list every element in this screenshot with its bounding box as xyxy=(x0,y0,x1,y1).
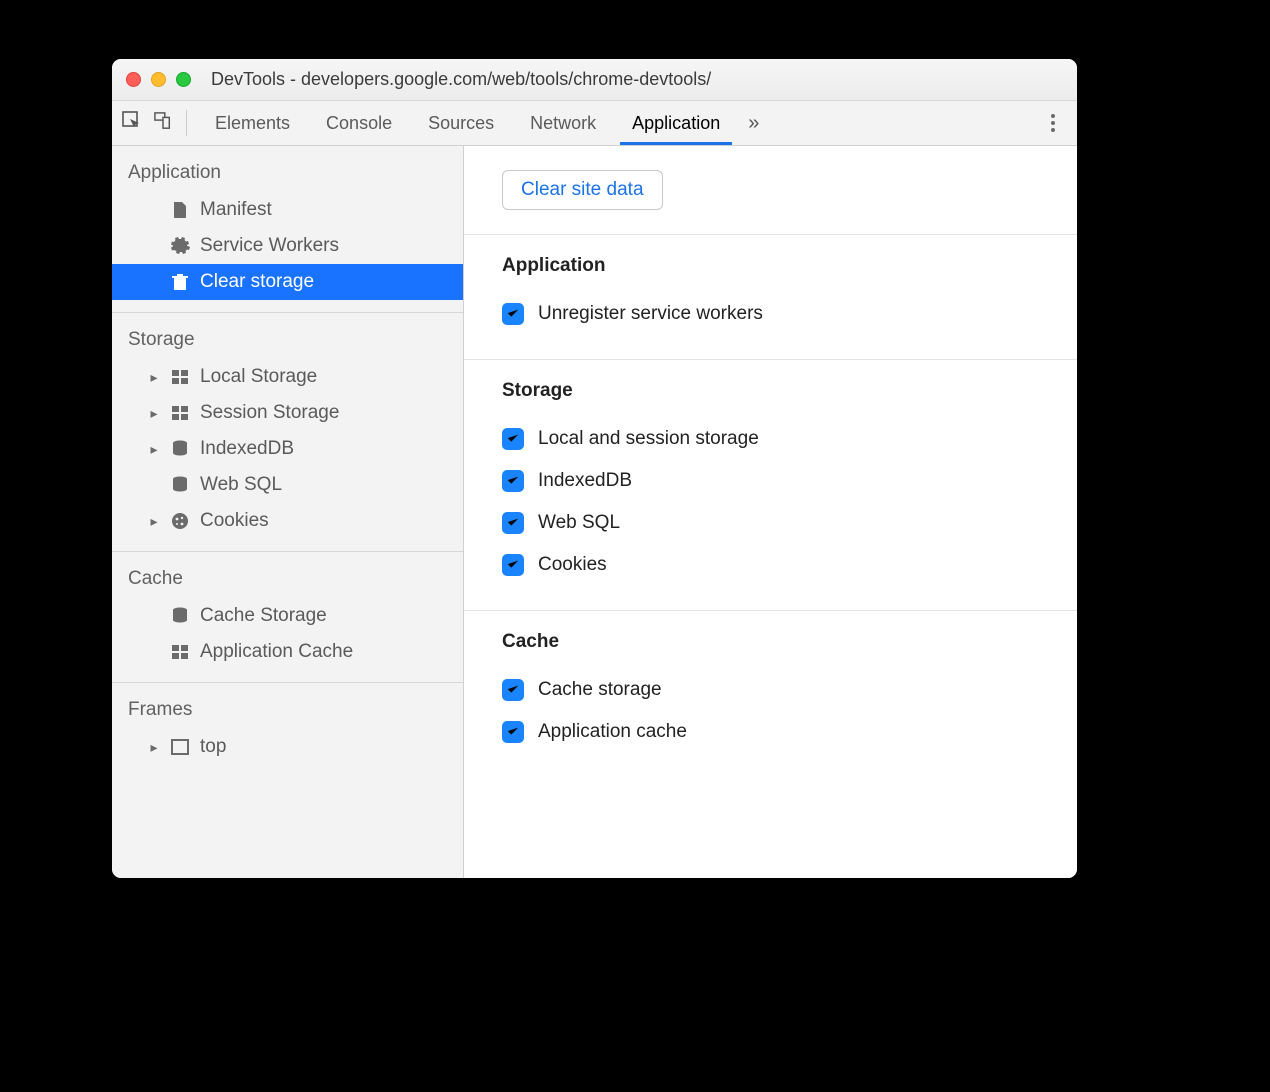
group-title-application: Application xyxy=(502,255,1039,277)
frame-icon xyxy=(170,737,190,757)
trash-icon xyxy=(170,272,190,292)
sidebar-section-storage: Storage xyxy=(112,323,463,359)
devtools-toolbar: ElementsConsoleSourcesNetworkApplication… xyxy=(112,101,1077,146)
zoom-window-button[interactable] xyxy=(176,72,191,87)
expand-icon[interactable]: ▸ xyxy=(148,441,160,458)
sidebar-item-label: top xyxy=(200,736,226,758)
sidebar-item-application-cache[interactable]: ▸Application Cache xyxy=(112,634,463,670)
sidebar-item-session-storage[interactable]: ▸ Session Storage xyxy=(112,395,463,431)
tab-sources[interactable]: Sources xyxy=(410,101,512,145)
window-controls xyxy=(126,72,191,87)
sidebar-item-label: Cache Storage xyxy=(200,605,327,627)
checkbox-label: Web SQL xyxy=(538,512,620,534)
checkbox-row-cache-storage[interactable]: Cache storage xyxy=(502,669,1039,711)
sidebar-item-web-sql[interactable]: ▸Web SQL xyxy=(112,467,463,503)
group-title-storage: Storage xyxy=(502,380,1039,402)
sidebar-section-application: Application xyxy=(112,156,463,192)
checkbox-row-cookies[interactable]: Cookies xyxy=(502,544,1039,586)
checkbox[interactable] xyxy=(502,721,524,743)
gear-icon xyxy=(170,236,190,256)
sidebar-item-label: IndexedDB xyxy=(200,438,294,460)
db-icon xyxy=(170,439,190,459)
close-window-button[interactable] xyxy=(126,72,141,87)
expand-icon[interactable]: ▸ xyxy=(148,739,160,756)
sidebar-item-local-storage[interactable]: ▸ Local Storage xyxy=(112,359,463,395)
checkbox[interactable] xyxy=(502,470,524,492)
expand-icon[interactable]: ▸ xyxy=(148,369,160,386)
sidebar-item-service-workers[interactable]: ▸Service Workers xyxy=(112,228,463,264)
checkbox[interactable] xyxy=(502,512,524,534)
cookie-icon xyxy=(170,511,190,531)
group-title-cache: Cache xyxy=(502,631,1039,653)
checkbox[interactable] xyxy=(502,679,524,701)
expand-icon[interactable]: ▸ xyxy=(148,405,160,422)
checkbox-label: Unregister service workers xyxy=(538,303,763,325)
checkbox-row-indexeddb[interactable]: IndexedDB xyxy=(502,460,1039,502)
checkbox[interactable] xyxy=(502,303,524,325)
grid-icon xyxy=(170,403,190,423)
devtools-window: DevTools - developers.google.com/web/too… xyxy=(112,59,1077,878)
sidebar-item-label: Service Workers xyxy=(200,235,339,257)
db-icon xyxy=(170,475,190,495)
sidebar-item-top[interactable]: ▸ top xyxy=(112,729,463,765)
minimize-window-button[interactable] xyxy=(151,72,166,87)
sidebar-item-label: Session Storage xyxy=(200,402,339,424)
tab-elements[interactable]: Elements xyxy=(197,101,308,145)
sidebar-item-label: Manifest xyxy=(200,199,272,221)
grid-icon xyxy=(170,367,190,387)
inspect-element-icon[interactable] xyxy=(122,111,142,136)
checkbox-row-unregister-service-workers[interactable]: Unregister service workers xyxy=(502,293,1039,335)
file-icon xyxy=(170,200,190,220)
checkbox-row-local-and-session-storage[interactable]: Local and session storage xyxy=(502,418,1039,460)
checkbox-row-application-cache[interactable]: Application cache xyxy=(502,711,1039,753)
clear-storage-panel: Clear site data Application Unregister se… xyxy=(464,146,1077,878)
sidebar-item-label: Local Storage xyxy=(200,366,317,388)
sidebar-item-label: Cookies xyxy=(200,510,269,532)
grid-icon xyxy=(170,642,190,662)
sidebar-item-cache-storage[interactable]: ▸Cache Storage xyxy=(112,598,463,634)
sidebar-item-manifest[interactable]: ▸Manifest xyxy=(112,192,463,228)
window-title: DevTools - developers.google.com/web/too… xyxy=(211,69,711,90)
checkbox-label: IndexedDB xyxy=(538,470,632,492)
sidebar-section-cache: Cache xyxy=(112,562,463,598)
toggle-device-toolbar-icon[interactable] xyxy=(154,112,172,135)
sidebar-section-frames: Frames xyxy=(112,693,463,729)
tab-application[interactable]: Application xyxy=(614,101,738,145)
sidebar-item-clear-storage[interactable]: ▸Clear storage xyxy=(112,264,463,300)
tab-console[interactable]: Console xyxy=(308,101,410,145)
checkbox-label: Cookies xyxy=(538,554,607,576)
title-bar: DevTools - developers.google.com/web/too… xyxy=(112,59,1077,101)
more-tabs-icon[interactable]: » xyxy=(738,112,769,135)
checkbox-row-web-sql[interactable]: Web SQL xyxy=(502,502,1039,544)
checkbox-label: Local and session storage xyxy=(538,428,759,450)
sidebar-item-cookies[interactable]: ▸ Cookies xyxy=(112,503,463,539)
more-options-icon[interactable] xyxy=(1039,114,1067,132)
checkbox-label: Application cache xyxy=(538,721,687,743)
sidebar-item-indexeddb[interactable]: ▸ IndexedDB xyxy=(112,431,463,467)
clear-site-data-button[interactable]: Clear site data xyxy=(502,170,663,210)
checkbox[interactable] xyxy=(502,428,524,450)
devtools-tabs: ElementsConsoleSourcesNetworkApplication xyxy=(197,101,738,145)
checkbox[interactable] xyxy=(502,554,524,576)
expand-icon[interactable]: ▸ xyxy=(148,513,160,530)
sidebar-item-label: Web SQL xyxy=(200,474,282,496)
sidebar-item-label: Clear storage xyxy=(200,271,314,293)
checkbox-label: Cache storage xyxy=(538,679,662,701)
sidebar-item-label: Application Cache xyxy=(200,641,353,663)
db-icon xyxy=(170,606,190,626)
tab-network[interactable]: Network xyxy=(512,101,614,145)
application-sidebar: Application▸Manifest▸Service Workers▸Cle… xyxy=(112,146,464,878)
